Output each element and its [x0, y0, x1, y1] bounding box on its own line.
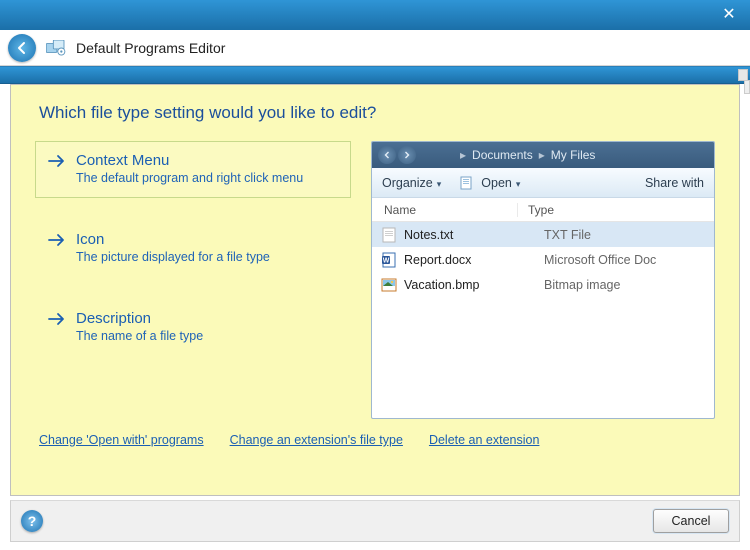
file-type: TXT File: [534, 228, 591, 242]
option-title: Icon: [76, 231, 270, 248]
cancel-button[interactable]: Cancel: [653, 509, 729, 533]
file-row: Notes.txt TXT File: [372, 222, 714, 247]
link-change-open-with[interactable]: Change 'Open with' programs: [39, 433, 204, 447]
option-icon[interactable]: Icon The picture displayed for a file ty…: [35, 220, 351, 277]
col-type: Type: [518, 203, 554, 217]
app-title: Default Programs Editor: [76, 40, 225, 56]
option-description[interactable]: Description The name of a file type: [35, 299, 351, 356]
option-subtitle: The picture displayed for a file type: [76, 250, 270, 264]
link-delete-extension[interactable]: Delete an extension: [429, 433, 540, 447]
arrow-left-icon: [15, 41, 29, 55]
ribbon-stripe: [0, 66, 750, 84]
page-icon: [459, 176, 475, 190]
option-title: Context Menu: [76, 152, 303, 169]
txt-file-icon: [380, 227, 398, 243]
option-subtitle: The default program and right click menu: [76, 171, 303, 185]
share-with-label: Share with: [645, 176, 704, 190]
preview-breadcrumb-bar: ▸ Documents ▸ My Files: [372, 142, 714, 168]
link-change-extension[interactable]: Change an extension's file type: [230, 433, 403, 447]
page-title: Which file type setting would you like t…: [39, 103, 715, 123]
title-bar: ✕: [0, 0, 750, 30]
file-name: Notes.txt: [404, 228, 534, 242]
arrow-right-icon: [48, 154, 66, 185]
svg-text:W: W: [383, 257, 390, 264]
organize-dropdown: Organize: [382, 176, 441, 190]
nav-fwd-icon: [398, 146, 416, 164]
main-panel: Which file type setting would you like t…: [10, 84, 740, 496]
file-name: Report.docx: [404, 253, 534, 267]
file-type: Bitmap image: [534, 278, 620, 292]
file-row: W Report.docx Microsoft Office Doc: [372, 247, 714, 272]
arrow-right-icon: [48, 233, 66, 264]
preview-toolbar: Organize Open Share with: [372, 168, 714, 198]
col-name: Name: [384, 203, 518, 217]
help-icon[interactable]: ?: [21, 510, 43, 532]
file-type: Microsoft Office Doc: [534, 253, 656, 267]
option-title: Description: [76, 310, 203, 327]
back-button[interactable]: [8, 34, 36, 62]
file-name: Vacation.bmp: [404, 278, 534, 292]
header-bar: Default Programs Editor: [0, 30, 750, 66]
breadcrumb-part: Documents: [472, 148, 533, 162]
open-dropdown: Open: [481, 176, 520, 190]
option-subtitle: The name of a file type: [76, 329, 203, 343]
bmp-file-icon: [380, 277, 398, 293]
options-column: Context Menu The default program and rig…: [35, 141, 351, 419]
app-icon: [46, 40, 66, 56]
preview-columns: Name Type: [372, 198, 714, 222]
bottom-links: Change 'Open with' programs Change an ex…: [35, 433, 715, 447]
nav-back-icon: [378, 146, 396, 164]
option-context-menu[interactable]: Context Menu The default program and rig…: [35, 141, 351, 198]
docx-file-icon: W: [380, 252, 398, 268]
breadcrumb-part: My Files: [551, 148, 596, 162]
bg-stub: [744, 80, 750, 94]
preview-pane: ▸ Documents ▸ My Files Organize Open Sha…: [371, 141, 715, 419]
file-row: Vacation.bmp Bitmap image: [372, 272, 714, 297]
arrow-right-icon: [48, 312, 66, 343]
footer-bar: ? Cancel: [10, 500, 740, 542]
close-icon[interactable]: ✕: [720, 6, 738, 24]
